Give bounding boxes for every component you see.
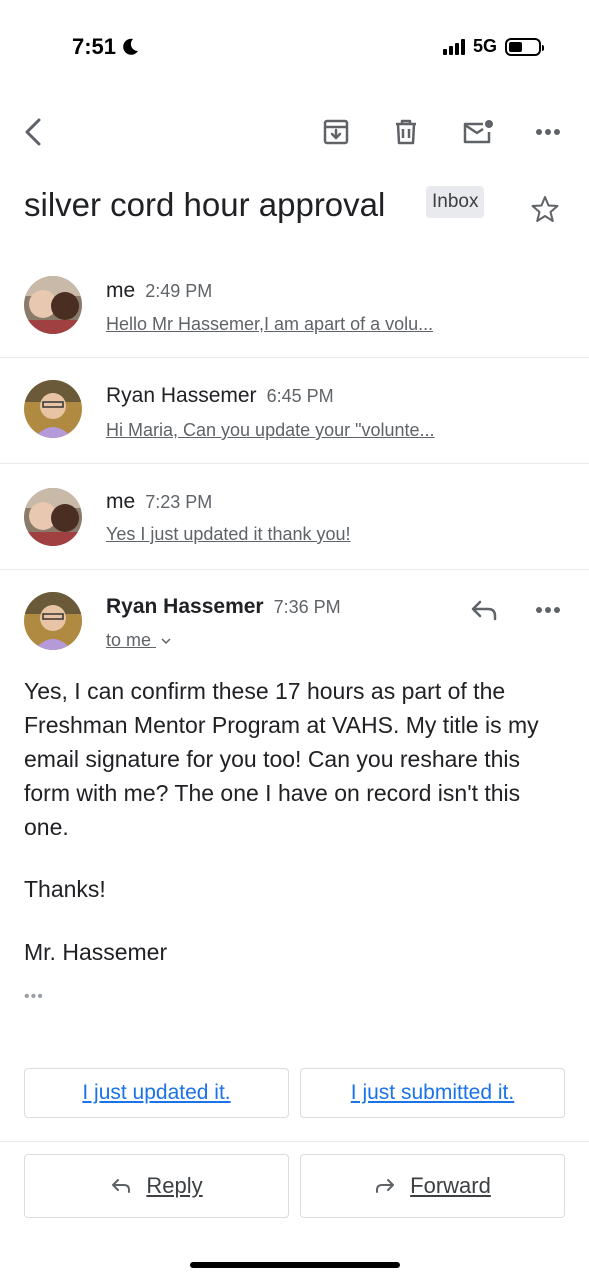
avatar (24, 592, 82, 650)
sender-name: Ryan Hassemer (106, 384, 257, 407)
forward-icon (376, 1179, 395, 1193)
message-time: 7:23 PM (145, 492, 213, 512)
avatar (24, 488, 82, 546)
clock: 7:51 (72, 34, 117, 59)
show-trimmed-content-button[interactable]: ••• (24, 988, 44, 1006)
smart-reply-2[interactable]: I just submitted it. (300, 1068, 565, 1118)
status-time: 7:51 (72, 34, 140, 60)
more-icon (536, 607, 560, 613)
forward-label: Forward (410, 1173, 491, 1198)
sender-line: me 2:49 PM (106, 279, 212, 303)
back-button[interactable] (14, 112, 54, 152)
battery-fill (509, 41, 522, 52)
sender-name: Ryan Hassemer (106, 595, 264, 618)
message-collapsed-1[interactable]: me 2:49 PM Hello Mr Hassemer,I am apart o… (0, 252, 589, 358)
message-collapsed-3[interactable]: me 7:23 PM Yes I just updated it thank yo… (0, 464, 589, 570)
message-time: 6:45 PM (266, 386, 334, 406)
reply-icon (112, 1179, 131, 1193)
avatar (24, 380, 82, 438)
message-collapsed-2[interactable]: Ryan Hassemer 6:45 PM Hi Maria, Can you u… (0, 358, 589, 464)
more-icon (536, 129, 560, 135)
message-snippet[interactable]: Hello Mr Hassemer,I am apart of a volu..… (106, 314, 433, 335)
back-icon (25, 118, 41, 146)
sender-name: me (106, 490, 136, 513)
mark-unread-button[interactable] (458, 112, 498, 152)
message-snippet[interactable]: Yes I just updated it thank you! (106, 524, 351, 545)
recipient-text: to me (106, 630, 152, 650)
avatar (24, 276, 82, 334)
archive-icon (323, 119, 349, 145)
reply-quick-button[interactable] (464, 590, 504, 630)
battery-icon (505, 37, 544, 56)
message-closing: Thanks! (24, 876, 106, 902)
smart-reply-1[interactable]: I just updated it. (24, 1068, 289, 1118)
toolbar (0, 108, 589, 156)
more-options-button[interactable] (528, 112, 568, 152)
signal-icon (442, 38, 465, 55)
sender-line: me 7:23 PM (106, 490, 212, 514)
reply-label: Reply (146, 1173, 203, 1198)
sender-name: me (106, 279, 136, 302)
recipients-toggle[interactable]: to me (106, 630, 172, 651)
message-more-button[interactable] (528, 590, 568, 630)
forward-button[interactable]: Forward (300, 1154, 565, 1218)
inbox-label-chip[interactable]: Inbox (426, 186, 485, 218)
star-button[interactable] (530, 194, 560, 229)
message-time: 2:49 PM (145, 281, 213, 301)
divider (0, 1141, 589, 1142)
status-indicators: 5G (442, 36, 544, 57)
message-snippet[interactable]: Hi Maria, Can you update your "volunte..… (106, 420, 435, 441)
message-body: Yes, I can confirm these 17 hours as par… (24, 678, 539, 840)
subject-row: silver cord hour approval Inbox (24, 182, 574, 232)
message-signature: Mr. Hassemer (24, 939, 168, 965)
moon-icon (123, 38, 139, 55)
message-time: 7:36 PM (273, 597, 341, 617)
star-icon (531, 196, 559, 222)
status-bar: 7:51 5G (0, 0, 589, 96)
sender-line: Ryan Hassemer 6:45 PM (106, 384, 334, 408)
reply-icon (471, 600, 497, 621)
chevron-down-icon (161, 638, 171, 645)
mark-unread-icon (463, 120, 493, 144)
home-indicator[interactable] (190, 1262, 400, 1268)
subject-title: silver cord hour approval (24, 186, 386, 223)
trash-icon (396, 119, 416, 145)
reply-button[interactable]: Reply (24, 1154, 289, 1218)
delete-button[interactable] (386, 112, 426, 152)
open-sender-line: Ryan Hassemer 7:36 PM (106, 595, 341, 619)
archive-button[interactable] (316, 112, 356, 152)
network-type: 5G (472, 36, 497, 56)
